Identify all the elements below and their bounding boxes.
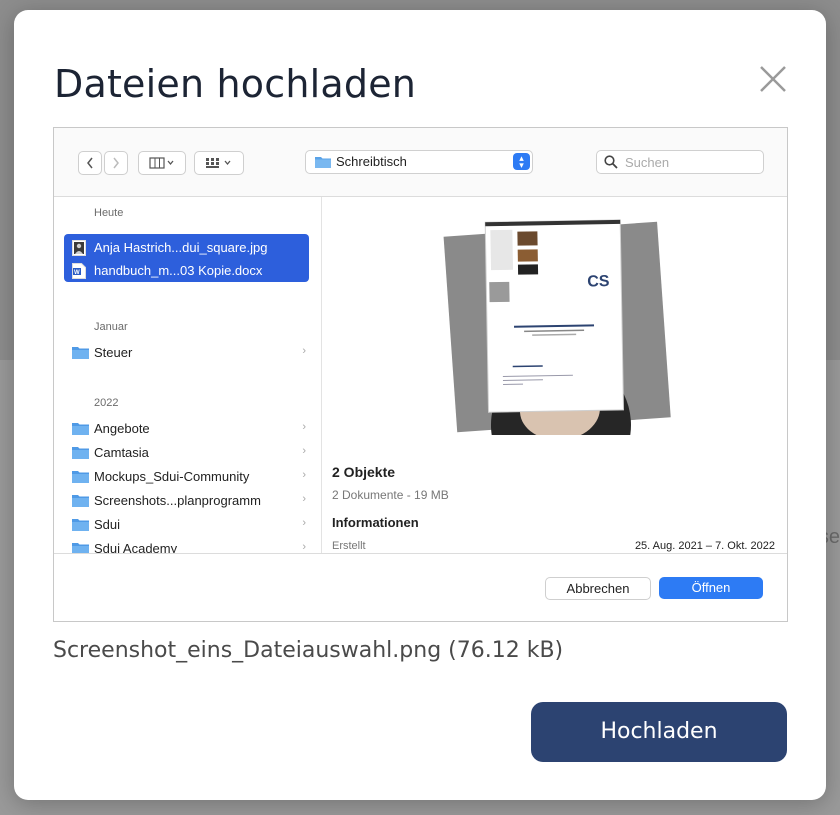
file-row-label: handbuch_m...03 Kopie.docx (94, 263, 263, 278)
chevron-right-icon: › (302, 469, 306, 481)
columns-view-icon (149, 157, 174, 169)
folder-row-label: Sdui (94, 517, 121, 532)
location-label: Schreibtisch (336, 154, 407, 169)
file-picker-screenshot: Schreibtisch ▴ ▾ Suchen Heute Anja Hastr… (53, 127, 788, 622)
selected-file-name: Screenshot_eins_Dateiauswahl.png (76.12 … (53, 638, 564, 663)
chevron-right-icon: › (302, 541, 306, 553)
folder-icon (72, 519, 89, 531)
upload-dialog: Dateien hochladen Schreibtisch ▴ ▾ Suche… (14, 10, 826, 800)
svg-text:CS: CS (587, 273, 610, 290)
grid-view-icon (206, 158, 231, 168)
stepper-icon: ▴ ▾ (513, 153, 530, 170)
word-file-icon: W (72, 263, 86, 279)
folder-row: Steuer › (70, 342, 306, 364)
location-select: Schreibtisch ▴ ▾ (305, 150, 533, 174)
chevron-right-icon: › (302, 445, 306, 457)
chevron-right-icon: › (302, 345, 306, 357)
dialog-title: Dateien hochladen (54, 62, 417, 106)
cancel-button: Abbrechen (545, 577, 651, 600)
chevron-right-icon: › (302, 421, 306, 433)
section-label-year: 2022 (94, 397, 119, 409)
folder-icon (315, 157, 331, 168)
folder-row-label: Camtasia (94, 445, 149, 460)
search-input: Suchen (596, 150, 764, 174)
folder-icon (72, 447, 89, 459)
view-grid-button (194, 151, 244, 175)
close-icon[interactable] (758, 64, 788, 94)
folder-row-label: Mockups_Sdui-Community (94, 469, 250, 484)
forward-button (104, 151, 128, 175)
folder-row: Camtasia › (70, 442, 306, 464)
folder-row: Mockups_Sdui-Community › (70, 466, 306, 488)
folder-row: Screenshots...planprogramm › (70, 490, 306, 512)
folder-row-label: Screenshots...planprogramm (94, 493, 261, 508)
chevron-left-icon (87, 157, 93, 169)
selection-summary: 2 Dokumente - 19 MB (332, 488, 449, 502)
created-value: 25. Aug. 2021 – 7. Okt. 2022 (634, 540, 775, 552)
document-preview-thumbnail: CS (443, 219, 671, 435)
created-label: Erstellt (332, 540, 366, 552)
section-label-today: Heute (94, 207, 124, 219)
file-row-label: Anja Hastrich...dui_square.jpg (94, 240, 268, 255)
chevron-right-icon: › (302, 517, 306, 529)
search-icon (604, 155, 618, 169)
upload-button[interactable]: Hochladen (531, 702, 787, 762)
folder-icon (72, 423, 89, 435)
folder-row-label: Angebote (94, 421, 150, 436)
picker-toolbar: Schreibtisch ▴ ▾ Suchen (54, 128, 787, 197)
picker-file-list: Heute Anja Hastrich...dui_square.jpg W h… (54, 197, 322, 556)
file-row: Anja Hastrich...dui_square.jpg (70, 237, 306, 259)
folder-row: Angebote › (70, 418, 306, 440)
folder-icon (72, 471, 89, 483)
section-label-january: Januar (94, 321, 128, 333)
picker-preview-pane: CS 2 Objekte 2 Dokumente - 19 MB Informa… (322, 197, 787, 553)
folder-row: Sdui › (70, 514, 306, 536)
folder-row-label: Steuer (94, 345, 133, 360)
search-placeholder: Suchen (625, 155, 670, 170)
svg-text:W: W (74, 270, 80, 276)
back-button (78, 151, 102, 175)
folder-icon (72, 495, 89, 507)
selection-count: 2 Objekte (332, 464, 396, 480)
open-button: Öffnen (659, 577, 763, 599)
chevron-right-icon: › (302, 493, 306, 505)
view-columns-button (138, 151, 186, 175)
folder-icon (72, 347, 89, 359)
image-file-icon (72, 240, 86, 256)
file-row: W handbuch_m...03 Kopie.docx (70, 260, 306, 282)
chevron-right-icon (113, 157, 119, 169)
picker-footer: Abbrechen Öffnen (54, 553, 787, 621)
info-heading: Informationen (332, 515, 419, 530)
